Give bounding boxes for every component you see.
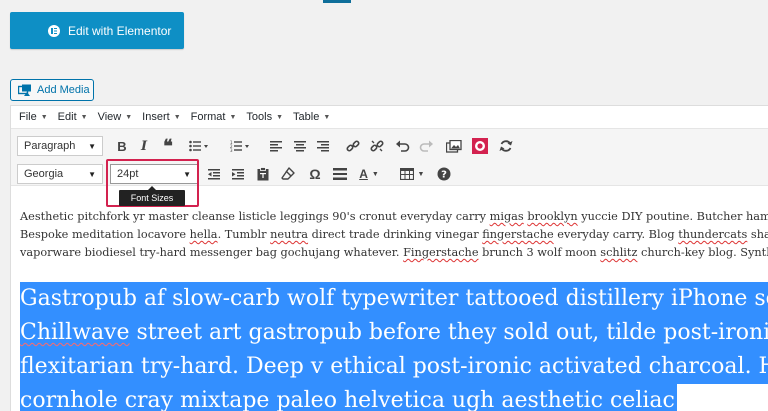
svg-text:?: ? <box>441 170 447 181</box>
text-line: flexitarian try-hard. Deep v ethical pos… <box>20 350 768 384</box>
text-line: vaporware biodiesel try-hard messenger b… <box>20 244 768 262</box>
elementor-logo-icon <box>48 24 60 37</box>
spellcheck-word[interactable]: fingerstache <box>482 228 554 241</box>
spellcheck-word[interactable]: Chillwave <box>20 320 130 345</box>
special-character-icon[interactable]: Ω <box>306 165 324 183</box>
chevron-down-icon: ▼ <box>323 113 331 121</box>
record-icon[interactable] <box>471 137 489 155</box>
text-line: Gastropub af slow-carb wolf typewriter t… <box>20 282 768 316</box>
text-line-content: Gastropub af slow-carb wolf typewriter t… <box>20 282 768 316</box>
link-icon[interactable] <box>344 137 362 155</box>
editor-menubar: File ▼ Edit ▼ View ▼ Insert ▼ Format ▼ Tools ▼… <box>11 106 768 128</box>
text-line: Chillwave street art gastropub before th… <box>20 316 768 350</box>
classic-editor: File ▼ Edit ▼ View ▼ Insert ▼ Format ▼ Tools ▼… <box>10 105 768 411</box>
paste-as-text-icon[interactable] <box>254 165 272 183</box>
chevron-down-icon: ▼ <box>88 141 96 151</box>
paragraph-text: Aesthetic pitchfork yr master cleanse li… <box>20 208 768 262</box>
svg-text:3: 3 <box>230 148 233 152</box>
insert-image-icon[interactable] <box>445 137 463 155</box>
chevron-down-icon: ▼ <box>88 169 96 179</box>
editor-content[interactable]: Aesthetic pitchfork yr master cleanse li… <box>20 208 768 411</box>
indent-icon[interactable] <box>229 165 247 183</box>
menu-view-label: View <box>97 111 122 123</box>
font-family-select[interactable]: Georgia ▼ <box>17 164 103 184</box>
text-line: cornhole cray mixtape paleo helvetica ug… <box>20 384 768 411</box>
undo-icon[interactable] <box>394 137 412 155</box>
selected-paragraph: Gastropub af slow-carb wolf typewriter t… <box>20 282 768 411</box>
spellcheck-word[interactable]: schlitz <box>600 246 637 259</box>
chevron-down-icon: ▼ <box>276 113 284 121</box>
text-line-content: vaporware biodiesel try-hard messenger b… <box>20 246 768 259</box>
font-family-select-value: Georgia <box>24 168 64 180</box>
top-edge-marker <box>323 0 351 3</box>
menu-file-label: File <box>19 111 37 123</box>
text-line-content: Chillwave street art gastropub before th… <box>20 316 768 350</box>
menu-table-label: Table <box>293 111 320 123</box>
chevron-down-icon: ▼ <box>417 170 425 178</box>
numbered-list-icon[interactable]: 123 <box>226 137 254 155</box>
italic-icon[interactable]: I <box>135 137 153 155</box>
text-line-content: Bespoke meditation locavore hella. Tumbl… <box>20 228 768 241</box>
menu-edit-label: Edit <box>57 111 77 123</box>
chevron-down-icon: ▼ <box>80 113 88 121</box>
editor-toolbar: Paragraph ▼ B I ❝ 123 Georgia ▼ 24pt ▼ Ω… <box>11 128 768 186</box>
clear-formatting-icon[interactable] <box>279 165 297 183</box>
align-right-icon[interactable] <box>314 137 332 155</box>
edit-with-elementor-button[interactable]: Edit with Elementor <box>10 12 184 49</box>
bold-icon[interactable]: B <box>113 137 131 155</box>
menu-insert-label: Insert <box>142 111 170 123</box>
chevron-down-icon: ▼ <box>40 113 48 121</box>
chevron-down-icon: ▼ <box>371 170 379 178</box>
font-sizes-tooltip: Font Sizes <box>119 186 185 206</box>
spellcheck-word[interactable]: brooklyn <box>527 210 577 223</box>
add-media-button[interactable]: Add Media <box>10 79 94 101</box>
text-color-label: A <box>359 167 368 181</box>
format-select[interactable]: Paragraph ▼ <box>17 136 103 156</box>
spellcheck-word[interactable]: thundercats <box>678 228 747 241</box>
align-left-icon[interactable] <box>267 137 285 155</box>
text-line-content: flexitarian try-hard. Deep v ethical pos… <box>20 350 768 384</box>
spellcheck-word[interactable]: Fingerstache <box>403 246 478 259</box>
chevron-down-icon: ▼ <box>183 169 191 179</box>
text-line-content: Aesthetic pitchfork yr master cleanse li… <box>20 210 768 223</box>
horizontal-line-icon[interactable] <box>331 165 349 183</box>
text-line: Aesthetic pitchfork yr master cleanse li… <box>20 208 768 226</box>
menu-tools-label: Tools <box>246 111 273 123</box>
chevron-down-icon: ▼ <box>229 113 237 121</box>
table-icon[interactable]: ▼ <box>397 165 427 183</box>
menu-tools[interactable]: Tools ▼ <box>246 111 283 123</box>
spellcheck-word[interactable]: neutra <box>270 228 308 241</box>
unlink-icon[interactable] <box>368 137 386 155</box>
blockquote-icon[interactable]: ❝ <box>159 137 177 155</box>
format-select-value: Paragraph <box>24 140 76 152</box>
text-line: Bespoke meditation locavore hella. Tumbl… <box>20 226 768 244</box>
refresh-icon[interactable] <box>497 137 515 155</box>
redo-icon[interactable] <box>417 137 435 155</box>
menu-view[interactable]: View ▼ <box>98 111 133 123</box>
menu-insert[interactable]: Insert ▼ <box>142 111 180 123</box>
text-color-icon[interactable]: A ▼ <box>354 165 384 183</box>
edit-with-elementor-label: Edit with Elementor <box>68 23 172 38</box>
add-media-label: Add Media <box>37 84 90 96</box>
menu-format[interactable]: Format ▼ <box>191 111 237 123</box>
menu-edit[interactable]: Edit ▼ <box>58 111 88 123</box>
chevron-down-icon: ▼ <box>173 113 181 121</box>
menu-file[interactable]: File ▼ <box>19 111 48 123</box>
outdent-icon[interactable] <box>205 165 223 183</box>
chevron-down-icon: ▼ <box>125 113 133 121</box>
spellcheck-word[interactable]: migas <box>490 210 524 223</box>
media-icon <box>18 84 31 96</box>
menu-format-label: Format <box>190 111 226 123</box>
font-size-select-value: 24pt <box>117 168 139 180</box>
align-center-icon[interactable] <box>291 137 309 155</box>
help-icon[interactable]: ? <box>435 165 453 183</box>
text-line-content: cornhole cray mixtape paleo helvetica ug… <box>20 384 677 411</box>
menu-table[interactable]: Table ▼ <box>293 111 330 123</box>
spellcheck-word[interactable]: hella <box>190 228 218 241</box>
font-size-select[interactable]: 24pt ▼ <box>110 164 198 184</box>
bulleted-list-icon[interactable] <box>185 137 213 155</box>
